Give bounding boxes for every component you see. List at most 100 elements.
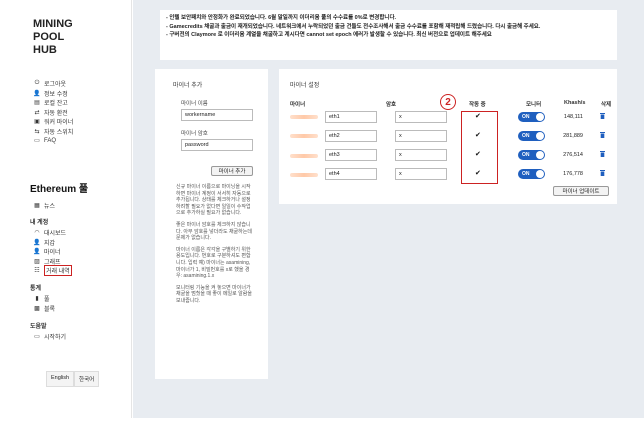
trash-icon[interactable] <box>600 170 605 176</box>
notice-line: - Gamecredits 채굴과 출금이 재개되었습니다. 네트워크에서 누락… <box>166 23 541 30</box>
nav-item-exchange[interactable]: ⇄ 자동 환전 <box>34 108 73 118</box>
nav-item-miners[interactable]: 👤 마이너 <box>33 247 72 257</box>
nav-item-news[interactable]: ▦ 뉴스 <box>34 201 55 211</box>
nav-item-wallet[interactable]: 👤 지갑 <box>33 238 72 248</box>
worker-icon: ▣ <box>34 119 40 126</box>
toggle-knob <box>536 113 544 121</box>
miner-name-input[interactable]: workername <box>181 109 253 121</box>
nav-item-switch[interactable]: ⇆ 자동 스위치 <box>34 127 73 137</box>
nav-label: 풀 <box>44 297 50 304</box>
nav-item-getting-started[interactable]: ▭ 시작하기 <box>34 332 66 342</box>
miner-name-field[interactable]: eth1 <box>325 111 377 123</box>
column-delete: 삭제 <box>601 102 612 108</box>
toggle-label: ON <box>522 133 530 139</box>
column-shares: 작동 중 <box>469 102 486 108</box>
nav-label: 블록 <box>44 306 56 313</box>
logo[interactable]: MINING POOL HUB <box>30 14 103 68</box>
miner-name-field[interactable]: eth2 <box>325 130 377 142</box>
nav-item-blocks[interactable]: ▩ 블록 <box>34 304 55 314</box>
help-title: 도움말 <box>30 324 47 330</box>
add-miner-button[interactable]: 마이너 추가 <box>211 166 253 176</box>
toggle-label: ON <box>522 114 530 120</box>
monitor-toggle[interactable]: ON <box>518 112 545 122</box>
blurred-wallet <box>290 115 318 119</box>
hashrate-value: 281,889 <box>563 133 583 139</box>
hashrate-value: 276,514 <box>563 152 583 158</box>
nav-item-worker[interactable]: ▣ 워커 마이너 <box>34 117 73 127</box>
transactions-icon: ☷ <box>34 268 40 275</box>
monitor-toggle[interactable]: ON <box>518 150 545 160</box>
toggle-knob <box>536 170 544 178</box>
switch-icon: ⇆ <box>34 128 40 135</box>
nav-label: 시작하기 <box>44 335 67 342</box>
start-icon: ▭ <box>34 334 40 341</box>
stats-nav: ▮ 풀 ▩ 블록 <box>34 294 55 313</box>
nav-item-dashboard[interactable]: ◠ 대시보드 <box>34 228 72 238</box>
user-icon: 👤 <box>33 249 41 256</box>
blurred-wallet <box>290 154 318 158</box>
pool-title: Ethereum 풀 <box>30 184 89 195</box>
toggle-label: ON <box>522 171 530 177</box>
update-miners-button[interactable]: 마이너 업데이트 <box>553 186 609 196</box>
stats-title: 통계 <box>30 286 42 292</box>
notice-line: - 구버전의 Claymore 로 이더리움 계열을 채굴하고 계시다면 can… <box>166 32 492 38</box>
help-paragraph: 좋은 마이너 암호를 체크하지 않습니다. 아무 암호를 넣더라도 채굴하는데 … <box>176 221 252 242</box>
nav-item-balance[interactable]: ▤ 로컬 잔고 <box>34 98 73 108</box>
power-icon: ⏻ <box>34 80 40 87</box>
trash-icon[interactable] <box>600 113 605 119</box>
miner-password-field[interactable]: x <box>395 149 447 161</box>
nav-label: 로그아웃 <box>44 82 67 89</box>
graph-icon: ▨ <box>34 258 40 265</box>
logo-line-2: POOL <box>33 31 65 43</box>
monitor-toggle[interactable]: ON <box>518 131 545 141</box>
miner-name-field[interactable]: eth3 <box>325 149 377 161</box>
hashrate-value: 176,778 <box>563 171 583 177</box>
lang-english[interactable]: English <box>46 371 75 387</box>
trash-icon[interactable] <box>600 132 605 138</box>
nav-label: 정보 수정 <box>44 91 68 98</box>
blurred-wallet <box>290 173 318 177</box>
top-nav: ⏻ 로그아웃 👤 정보 수정 ▤ 로컬 잔고 ⇄ 자동 환전 ▣ 워커 마이너 ⇆ 자동 스… <box>33 79 73 146</box>
nav-item-transactions[interactable]: ☷ 거래 내역 <box>34 265 72 277</box>
dashboard-icon: ◠ <box>34 230 40 237</box>
miner-password-field[interactable]: x <box>395 111 447 123</box>
add-miner-title: 마이너 추가 <box>173 83 203 89</box>
user-icon: 👤 <box>33 239 41 246</box>
nav-label: FAQ <box>44 137 57 144</box>
miner-password-input[interactable]: password <box>181 139 253 151</box>
bottom-strip <box>0 418 644 423</box>
account-nav: ◠ 대시보드 👤 지갑 👤 마이너 ▨ 그래프 ☷ 거래 내역 <box>33 228 72 277</box>
toggle-knob <box>536 132 544 140</box>
nav-label: 자동 환전 <box>44 110 68 117</box>
trash-icon[interactable] <box>600 151 605 157</box>
miner-password-field[interactable]: x <box>395 130 447 142</box>
annotation-highlight-box <box>461 111 498 184</box>
nav-label: 거래 내역 <box>44 265 72 277</box>
notice-line: - 인텔 보안패치와 안정화가 완료되었습니다. 6월 말일까지 이더리움 풀의… <box>166 15 397 21</box>
deposit-icon: ▤ <box>34 100 40 107</box>
blurred-wallet <box>290 134 318 138</box>
toggle-label: ON <box>522 152 530 158</box>
help-nav: ▭ 시작하기 <box>34 332 66 342</box>
nav-item-logout[interactable]: ⏻ 로그아웃 <box>34 79 73 89</box>
notice-banner: - 인텔 보안패치와 안정화가 완료되었습니다. 6월 말일까지 이더리움 풀의… <box>160 10 617 60</box>
hashrate-value: 148,111 <box>563 114 583 120</box>
exchange-icon: ⇄ <box>34 109 40 116</box>
nav-item-faq[interactable]: ▭ FAQ <box>34 136 73 146</box>
logo-line-1: MINING <box>33 18 73 30</box>
pool-icon: ▮ <box>35 296 39 303</box>
nav-label: 마이너 <box>44 250 61 257</box>
nav-label: 뉴스 <box>44 204 56 211</box>
nav-item-profile[interactable]: 👤 정보 수정 <box>33 89 73 99</box>
lang-korean[interactable]: 한국어 <box>74 371 100 387</box>
column-miner: 마이너 <box>290 102 306 108</box>
monitor-toggle[interactable]: ON <box>518 169 545 179</box>
miner-name-field[interactable]: eth4 <box>325 168 377 180</box>
pool-nav: ▦ 뉴스 <box>34 201 55 211</box>
miner-password-field[interactable]: x <box>395 168 447 180</box>
nav-item-pool[interactable]: ▮ 풀 <box>34 294 55 304</box>
nav-label: 지갑 <box>44 240 56 247</box>
column-monitor: 모니터 <box>526 102 542 108</box>
blocks-icon: ▩ <box>34 305 40 312</box>
nav-label: 워커 마이너 <box>44 120 74 127</box>
